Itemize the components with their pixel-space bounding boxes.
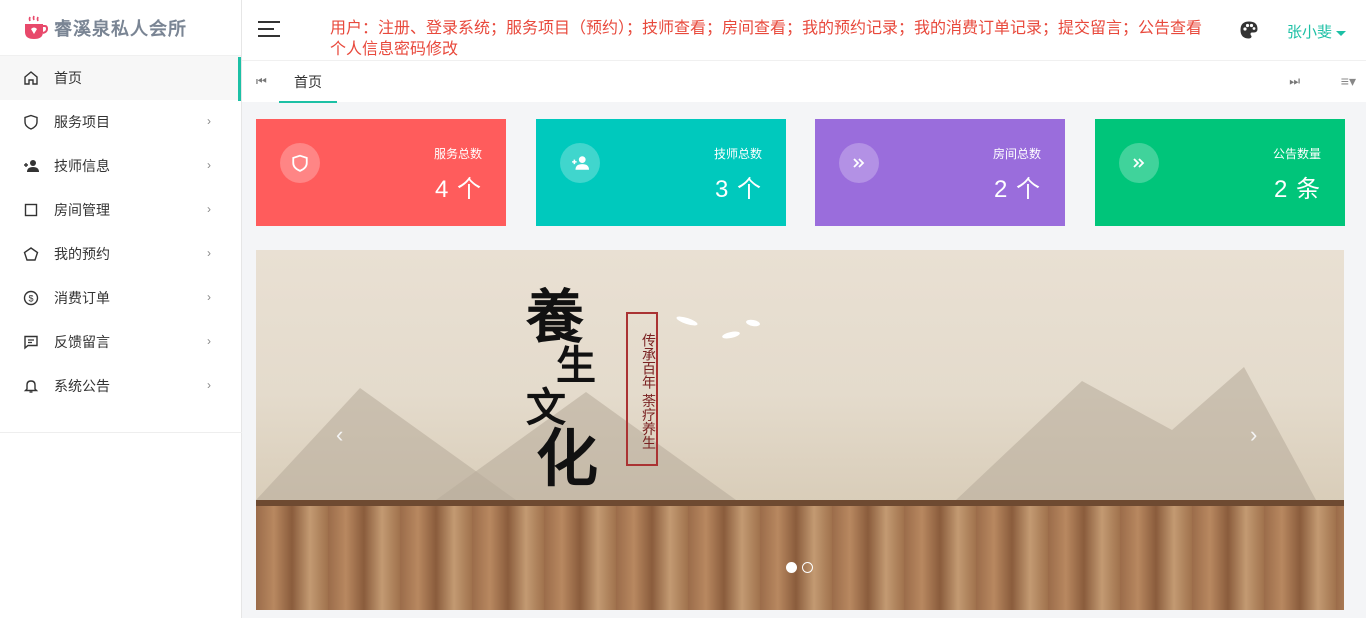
sidebar-item-feedback[interactable]: 反馈留言 › (0, 320, 241, 364)
wood-floor (256, 500, 1344, 610)
palette-icon[interactable] (1239, 20, 1259, 40)
tab-options-icon[interactable]: ≡▾ (1341, 73, 1356, 90)
sidebar-item-rooms[interactable]: 房间管理 › (0, 188, 241, 232)
chevron-right-icon: › (207, 378, 211, 392)
sidebar-item-label: 技师信息 (54, 158, 110, 174)
message-icon (22, 333, 40, 351)
calligraphy-char: 養 (526, 283, 585, 351)
user-add-icon (22, 157, 40, 175)
sidebar-divider (0, 432, 242, 433)
double-chevron-icon (1119, 143, 1159, 183)
shield-icon (280, 143, 320, 183)
svg-text:$: $ (28, 294, 33, 304)
double-chevron-icon (839, 143, 879, 183)
sidebar-item-orders[interactable]: $ 消费订单 › (0, 276, 241, 320)
stat-card-announcements[interactable]: 公告数量 2 条 (1095, 119, 1345, 226)
sidebar-item-technicians[interactable]: 技师信息 › (0, 144, 241, 188)
scroll-right-icon[interactable]: ⏭ (1289, 74, 1300, 89)
logo[interactable]: 睿溪泉私人会所 (0, 0, 241, 56)
carousel-next-button[interactable]: › (1250, 422, 1257, 448)
stat-label: 房间总数 (992, 147, 1041, 161)
user-menu[interactable]: 张小斐 (1287, 21, 1347, 42)
scroll-left-icon[interactable]: ⏮ (256, 74, 267, 89)
stat-card-technicians[interactable]: 技师总数 3 个 (536, 119, 786, 226)
dollar-circle-icon: $ (22, 289, 40, 307)
shield-icon (22, 113, 40, 131)
tab-bar: ⏮ 首页 ⏭ ≡▾ (238, 57, 1366, 103)
chevron-right-icon: › (207, 114, 211, 128)
sidebar: 睿溪泉私人会所 首页 服务项目 › 技师信息 › 房间管理 › 我的预约 › $… (0, 0, 242, 618)
stat-value: 4 个 (434, 176, 482, 203)
banner-carousel[interactable]: 養 生 文 化 传承百年 荼疗养生 ‹ › (256, 250, 1344, 610)
calligraphy-char: 生 (556, 342, 596, 389)
crane-bird (721, 330, 741, 340)
tab-home[interactable]: 首页 (279, 61, 337, 103)
sidebar-item-label: 首页 (54, 70, 82, 86)
carousel-indicators (786, 562, 813, 573)
stat-card-services[interactable]: 服务总数 4 个 (256, 119, 506, 226)
carousel-dot[interactable] (802, 562, 813, 573)
chevron-right-icon: › (207, 246, 211, 260)
sidebar-menu: 首页 服务项目 › 技师信息 › 房间管理 › 我的预约 › $ 消费订单 › … (0, 56, 241, 408)
sidebar-item-label: 我的预约 (54, 246, 110, 262)
tab-bar-accent (238, 57, 241, 101)
calligraphy-title: 養 生 文 化 (526, 288, 598, 490)
user-name: 张小斐 (1287, 24, 1333, 41)
stat-value: 2 个 (993, 176, 1041, 203)
stat-value: 3 个 (714, 176, 762, 203)
stat-label: 公告数量 (1272, 147, 1321, 161)
user-add-icon (560, 143, 600, 183)
sidebar-item-label: 反馈留言 (54, 334, 110, 350)
stat-label: 技师总数 (713, 147, 762, 161)
chevron-right-icon: › (207, 334, 211, 348)
caret-down-icon (1336, 30, 1347, 36)
stat-label: 服务总数 (433, 147, 482, 161)
sidebar-item-label: 房间管理 (54, 202, 110, 218)
sidebar-item-announcements[interactable]: 系统公告 › (0, 364, 241, 408)
sidebar-item-my-bookings[interactable]: 我的预约 › (0, 232, 241, 276)
stat-card-rooms[interactable]: 房间总数 2 个 (815, 119, 1065, 226)
sidebar-item-label: 服务项目 (54, 114, 110, 130)
carousel-prev-button[interactable]: ‹ (336, 422, 343, 448)
home-icon (22, 69, 40, 87)
stat-value: 2 条 (1273, 176, 1321, 203)
sidebar-item-label: 系统公告 (54, 378, 110, 394)
app-title: 睿溪泉私人会所 (54, 18, 187, 39)
function-notice: 用户：注册、登录系统；服务项目（预约）；技师查看；房间查看；我的预约记录；我的消… (330, 20, 1203, 58)
calligraphy-char: 化 (536, 422, 599, 495)
chevron-right-icon: › (207, 158, 211, 172)
sidebar-item-label: 消费订单 (54, 290, 110, 306)
crane-bird (675, 314, 699, 328)
bell-icon (22, 377, 40, 395)
sidebar-item-services[interactable]: 服务项目 › (0, 100, 241, 144)
chevron-right-icon: › (207, 202, 211, 216)
hamburger-menu-icon[interactable] (258, 21, 280, 39)
mountain-shape (956, 367, 1316, 500)
chevron-right-icon: › (207, 290, 211, 304)
crane-bird (745, 318, 761, 328)
square-icon (22, 201, 40, 219)
top-header: 用户：注册、登录系统；服务项目（预约）；技师查看；房间查看；我的预约记录；我的消… (242, 0, 1366, 60)
seal-stamp: 传承百年 荼疗养生 (626, 312, 658, 466)
pentagon-icon (22, 245, 40, 263)
sidebar-item-home[interactable]: 首页 (0, 56, 241, 100)
coffee-cup-icon (25, 15, 48, 39)
carousel-dot[interactable] (786, 562, 797, 573)
